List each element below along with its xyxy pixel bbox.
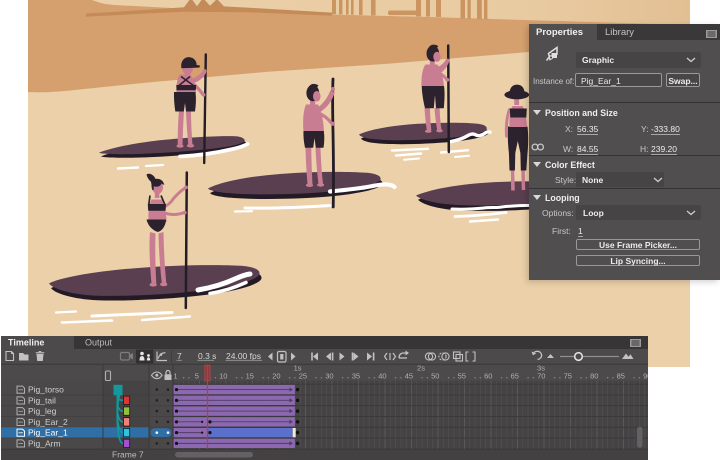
svg-text:40: 40 <box>378 372 386 381</box>
svg-text:Pig_torso: Pig_torso <box>28 385 64 395</box>
svg-text:10: 10 <box>219 372 227 381</box>
svg-text:45: 45 <box>405 372 413 381</box>
svg-text:65: 65 <box>511 372 519 381</box>
svg-text:Pig_Ear_2: Pig_Ear_2 <box>28 417 68 427</box>
svg-text:3s: 3s <box>537 364 545 373</box>
svg-text:1s: 1s <box>294 364 302 373</box>
svg-text:20: 20 <box>272 372 280 381</box>
svg-text:1: 1 <box>173 372 177 381</box>
svg-text:Pig_Arm: Pig_Arm <box>28 438 61 448</box>
svg-text:5: 5 <box>195 372 199 381</box>
svg-text:80: 80 <box>590 372 598 381</box>
svg-text:85: 85 <box>617 372 625 381</box>
svg-text:7: 7 <box>177 351 182 361</box>
svg-text:Frame 7: Frame 7 <box>112 450 144 460</box>
svg-text:15: 15 <box>246 372 254 381</box>
svg-text:Pig_Ear_1: Pig_Ear_1 <box>28 428 68 438</box>
svg-text:35: 35 <box>352 372 360 381</box>
svg-text:55: 55 <box>458 372 466 381</box>
svg-text:Pig_leg: Pig_leg <box>28 406 57 416</box>
svg-text:2s: 2s <box>417 364 425 373</box>
svg-text:50: 50 <box>431 372 439 381</box>
svg-text:24.00 fps: 24.00 fps <box>226 351 261 361</box>
svg-text:75: 75 <box>564 372 572 381</box>
svg-text:30: 30 <box>325 372 333 381</box>
svg-text:90: 90 <box>643 372 648 381</box>
svg-text:60: 60 <box>484 372 492 381</box>
svg-text:Output: Output <box>85 338 113 348</box>
svg-text:25: 25 <box>299 372 307 381</box>
svg-text:0.3 s: 0.3 s <box>198 351 216 361</box>
svg-text:70: 70 <box>537 372 545 381</box>
svg-text:Timeline: Timeline <box>8 338 44 348</box>
svg-text:Pig_tail: Pig_tail <box>28 395 56 405</box>
